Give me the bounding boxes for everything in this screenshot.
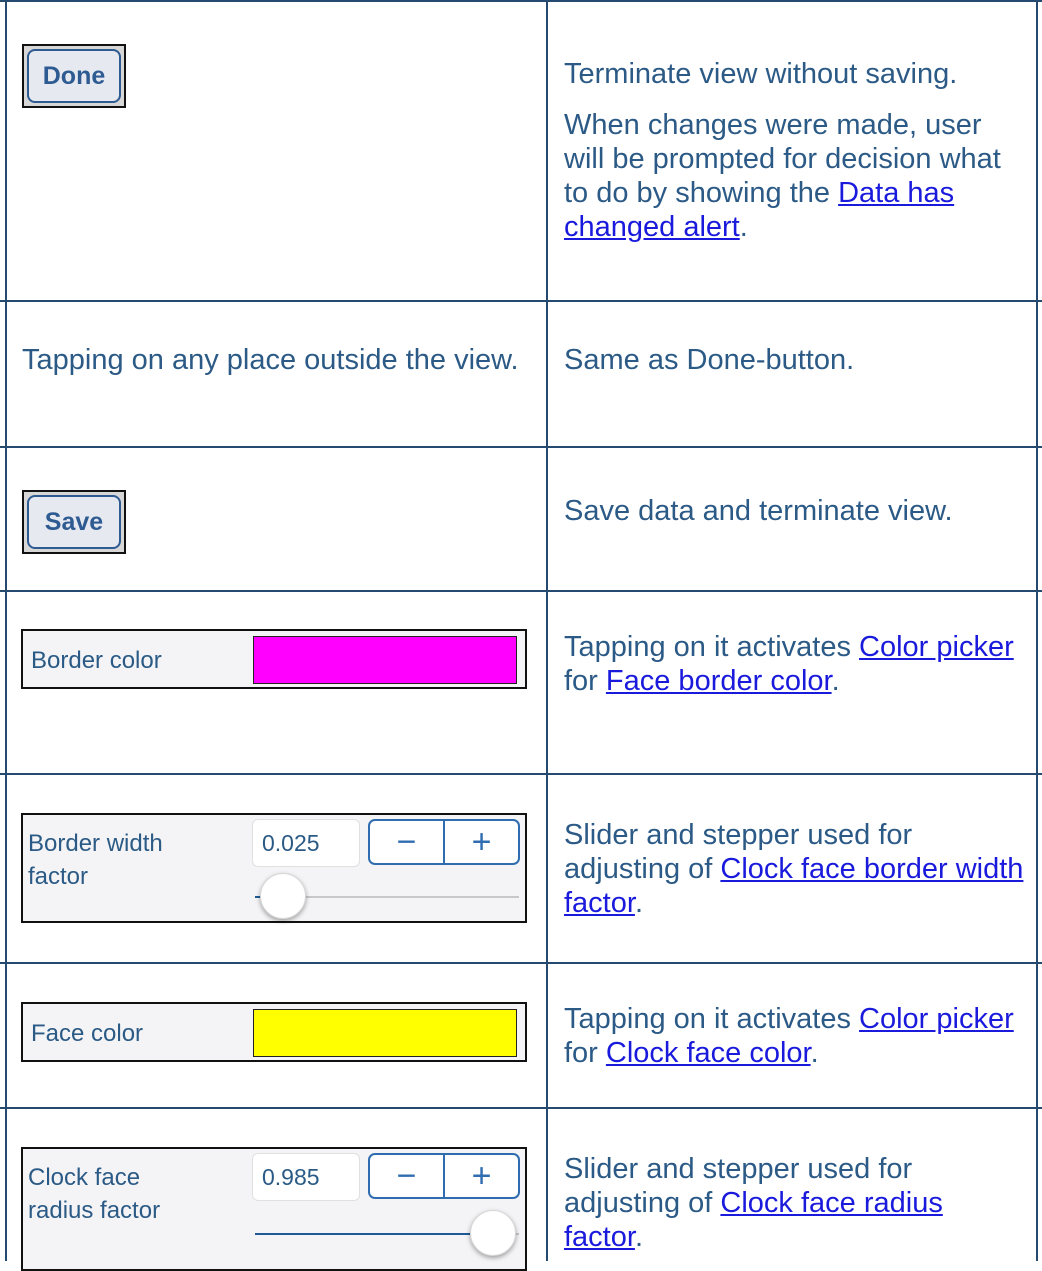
row-divider — [0, 962, 1042, 964]
row-divider — [0, 1107, 1042, 1109]
border-width-description: Slider and stepper used for adjusting of… — [564, 818, 1024, 920]
face-border-color-link[interactable]: Face border color — [606, 665, 832, 697]
face-color-label: Face color — [31, 1020, 144, 1047]
save-button[interactable]: Save — [27, 495, 121, 549]
border-color-label: Border color — [31, 647, 162, 674]
desc-text: for — [564, 665, 606, 697]
outside-tap-description: Same as Done-button. — [564, 344, 855, 376]
border-width-label: Border width factor — [28, 830, 163, 890]
done-desc-alert: When changes were made, user will be pro… — [564, 108, 1024, 244]
help-table: Done Terminate view without saving. When… — [0, 0, 1042, 1271]
period: . — [739, 211, 748, 243]
column-divider — [546, 0, 548, 1261]
row-divider — [0, 300, 1042, 302]
radius-factor-stepper[interactable]: − + — [368, 1153, 520, 1199]
table-border-left — [5, 0, 7, 1261]
done-description: Terminate view without saving. When chan… — [564, 57, 1024, 261]
row-divider — [0, 446, 1042, 448]
radius-factor-label: Clock face radius factor — [28, 1164, 161, 1224]
minus-button[interactable]: − — [370, 821, 443, 863]
face-color-description: Tapping on it activates Color picker for… — [564, 1002, 1024, 1070]
border-color-cell[interactable]: Border color — [21, 629, 527, 689]
desc-text: Tapping on it activates — [564, 1003, 860, 1035]
color-picker-link[interactable]: Color picker — [859, 1003, 1014, 1035]
period: . — [831, 665, 840, 697]
plus-button[interactable]: + — [445, 1155, 518, 1197]
minus-button[interactable]: − — [370, 1155, 443, 1197]
face-color-cell[interactable]: Face color — [21, 1002, 527, 1062]
radius-factor-description: Slider and stepper used for adjusting of… — [564, 1152, 1024, 1254]
done-button[interactable]: Done — [27, 49, 121, 103]
period: . — [634, 1221, 643, 1253]
period: . — [634, 887, 643, 919]
clock-face-color-link[interactable]: Clock face color — [606, 1037, 811, 1069]
face-color-swatch[interactable] — [253, 1009, 517, 1057]
row-divider — [0, 0, 1042, 2]
outside-tap-text: Tapping on any place outside the view. — [22, 344, 519, 376]
border-width-cell: Border width factor 0.025 − + — [21, 813, 527, 923]
desc-text: for — [564, 1037, 606, 1069]
period: . — [810, 1037, 819, 1069]
desc-text: Tapping on it activates — [564, 631, 860, 663]
row-divider — [0, 773, 1042, 775]
row-divider — [0, 590, 1042, 592]
border-width-slider-knob[interactable] — [260, 873, 306, 919]
border-color-swatch[interactable] — [253, 636, 517, 684]
border-color-description: Tapping on it activates Color picker for… — [564, 630, 1024, 698]
table-border-right — [1036, 0, 1038, 1261]
radius-factor-slider-knob[interactable] — [470, 1210, 516, 1256]
color-picker-link[interactable]: Color picker — [859, 631, 1014, 663]
plus-button[interactable]: + — [445, 821, 518, 863]
save-description: Save data and terminate view. — [564, 495, 953, 527]
border-width-value[interactable]: 0.025 — [252, 819, 360, 867]
radius-factor-value[interactable]: 0.985 — [252, 1153, 360, 1201]
done-button-frame: Done — [22, 44, 126, 108]
done-desc-line: Terminate view without saving. — [564, 58, 958, 90]
border-width-stepper[interactable]: − + — [368, 819, 520, 865]
save-button-frame: Save — [22, 490, 126, 554]
radius-factor-cell: Clock face radius factor 0.985 − + — [21, 1147, 527, 1271]
